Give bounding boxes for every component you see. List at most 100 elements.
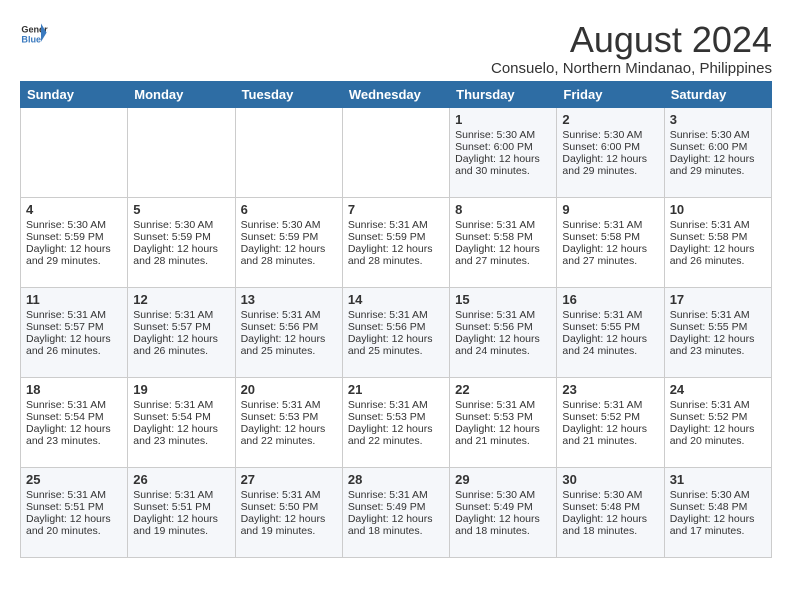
day-number: 10 [670, 202, 766, 217]
calendar-cell [235, 107, 342, 197]
sunset-text: Sunset: 5:51 PM [133, 501, 229, 513]
location: Consuelo, Northern Mindanao, Philippines [491, 60, 772, 77]
sunrise-text: Sunrise: 5:31 AM [455, 219, 551, 231]
daylight-text: Daylight: 12 hours and 22 minutes. [241, 423, 337, 447]
day-number: 16 [562, 292, 658, 307]
day-number: 7 [348, 202, 444, 217]
calendar-cell: 9Sunrise: 5:31 AMSunset: 5:58 PMDaylight… [557, 197, 664, 287]
daylight-text: Daylight: 12 hours and 22 minutes. [348, 423, 444, 447]
day-number: 3 [670, 112, 766, 127]
daylight-text: Daylight: 12 hours and 28 minutes. [133, 243, 229, 267]
calendar-cell: 5Sunrise: 5:30 AMSunset: 5:59 PMDaylight… [128, 197, 235, 287]
sunset-text: Sunset: 6:00 PM [455, 141, 551, 153]
sunset-text: Sunset: 5:54 PM [133, 411, 229, 423]
calendar-cell [342, 107, 449, 197]
sunrise-text: Sunrise: 5:31 AM [562, 399, 658, 411]
calendar-cell: 16Sunrise: 5:31 AMSunset: 5:55 PMDayligh… [557, 287, 664, 377]
daylight-text: Daylight: 12 hours and 20 minutes. [26, 513, 122, 537]
sunset-text: Sunset: 5:57 PM [133, 321, 229, 333]
sunrise-text: Sunrise: 5:31 AM [26, 309, 122, 321]
title-block: August 2024 Consuelo, Northern Mindanao,… [491, 20, 772, 77]
calendar-cell: 3Sunrise: 5:30 AMSunset: 6:00 PMDaylight… [664, 107, 771, 197]
daylight-text: Daylight: 12 hours and 18 minutes. [348, 513, 444, 537]
day-number: 8 [455, 202, 551, 217]
sunset-text: Sunset: 5:52 PM [562, 411, 658, 423]
calendar-cell: 22Sunrise: 5:31 AMSunset: 5:53 PMDayligh… [450, 377, 557, 467]
sunset-text: Sunset: 5:48 PM [670, 501, 766, 513]
day-number: 31 [670, 472, 766, 487]
sunrise-text: Sunrise: 5:31 AM [133, 399, 229, 411]
calendar-cell: 23Sunrise: 5:31 AMSunset: 5:52 PMDayligh… [557, 377, 664, 467]
sunrise-text: Sunrise: 5:31 AM [670, 219, 766, 231]
sunrise-text: Sunrise: 5:31 AM [241, 489, 337, 501]
sunrise-text: Sunrise: 5:30 AM [562, 129, 658, 141]
calendar-table: SundayMondayTuesdayWednesdayThursdayFrid… [20, 81, 772, 558]
daylight-text: Daylight: 12 hours and 25 minutes. [241, 333, 337, 357]
calendar-cell: 25Sunrise: 5:31 AMSunset: 5:51 PMDayligh… [21, 467, 128, 557]
sunset-text: Sunset: 5:53 PM [241, 411, 337, 423]
weekday-header-sunday: Sunday [21, 81, 128, 107]
daylight-text: Daylight: 12 hours and 24 minutes. [562, 333, 658, 357]
day-number: 21 [348, 382, 444, 397]
calendar-cell: 28Sunrise: 5:31 AMSunset: 5:49 PMDayligh… [342, 467, 449, 557]
calendar-cell: 19 Sunrise: 5:31 AMSunset: 5:54 PMDayligh… [128, 377, 235, 467]
week-row-3: 11Sunrise: 5:31 AMSunset: 5:57 PMDayligh… [21, 287, 772, 377]
sunset-text: Sunset: 5:59 PM [133, 231, 229, 243]
month-year: August 2024 [491, 20, 772, 60]
daylight-text: Daylight: 12 hours and 21 minutes. [562, 423, 658, 447]
day-number: 19 [133, 382, 229, 397]
calendar-cell: 27Sunrise: 5:31 AMSunset: 5:50 PMDayligh… [235, 467, 342, 557]
daylight-text: Daylight: 12 hours and 23 minutes. [670, 333, 766, 357]
sunset-text: Sunset: 5:49 PM [348, 501, 444, 513]
day-number: 27 [241, 472, 337, 487]
daylight-text: Daylight: 12 hours and 23 minutes. [133, 423, 229, 447]
sunrise-text: Sunrise: 5:31 AM [133, 309, 229, 321]
calendar-cell: 31Sunrise: 5:30 AMSunset: 5:48 PMDayligh… [664, 467, 771, 557]
sunrise-text: Sunrise: 5:31 AM [670, 399, 766, 411]
calendar-cell [21, 107, 128, 197]
sunrise-text: Sunrise: 5:31 AM [348, 309, 444, 321]
sunrise-text: Sunrise: 5:30 AM [455, 129, 551, 141]
day-number: 15 [455, 292, 551, 307]
daylight-text: Daylight: 12 hours and 19 minutes. [133, 513, 229, 537]
sunrise-text: Sunrise: 5:31 AM [562, 219, 658, 231]
sunrise-text: Sunrise: 5:30 AM [562, 489, 658, 501]
calendar-cell: 26Sunrise: 5:31 AMSunset: 5:51 PMDayligh… [128, 467, 235, 557]
sunrise-text: Sunrise: 5:31 AM [348, 399, 444, 411]
sunset-text: Sunset: 5:53 PM [348, 411, 444, 423]
daylight-text: Daylight: 12 hours and 26 minutes. [133, 333, 229, 357]
day-number: 9 [562, 202, 658, 217]
daylight-text: Daylight: 12 hours and 18 minutes. [562, 513, 658, 537]
calendar-cell: 12Sunrise: 5:31 AMSunset: 5:57 PMDayligh… [128, 287, 235, 377]
day-number: 14 [348, 292, 444, 307]
calendar-cell: 21 Sunrise: 5:31 AMSunset: 5:53 PMDayligh… [342, 377, 449, 467]
sunset-text: Sunset: 5:50 PM [241, 501, 337, 513]
daylight-text: Daylight: 12 hours and 26 minutes. [670, 243, 766, 267]
week-row-4: 18Sunrise: 5:31 AMSunset: 5:54 PMDayligh… [21, 377, 772, 467]
calendar-cell: 11Sunrise: 5:31 AMSunset: 5:57 PMDayligh… [21, 287, 128, 377]
sunrise-text: Sunrise: 5:31 AM [348, 489, 444, 501]
calendar-cell: 18Sunrise: 5:31 AMSunset: 5:54 PMDayligh… [21, 377, 128, 467]
sunset-text: Sunset: 5:59 PM [348, 231, 444, 243]
weekday-header-thursday: Thursday [450, 81, 557, 107]
day-number: 6 [241, 202, 337, 217]
day-number: 30 [562, 472, 658, 487]
calendar-cell: 30Sunrise: 5:30 AMSunset: 5:48 PMDayligh… [557, 467, 664, 557]
calendar-cell: 1Sunrise: 5:30 AMSunset: 6:00 PMDaylight… [450, 107, 557, 197]
daylight-text: Daylight: 12 hours and 17 minutes. [670, 513, 766, 537]
weekday-header-friday: Friday [557, 81, 664, 107]
sunset-text: Sunset: 5:57 PM [26, 321, 122, 333]
calendar-cell: 4Sunrise: 5:30 AMSunset: 5:59 PMDaylight… [21, 197, 128, 287]
week-row-2: 4Sunrise: 5:30 AMSunset: 5:59 PMDaylight… [21, 197, 772, 287]
daylight-text: Daylight: 12 hours and 29 minutes. [562, 153, 658, 177]
sunrise-text: Sunrise: 5:31 AM [241, 309, 337, 321]
day-number: 2 [562, 112, 658, 127]
day-number: 13 [241, 292, 337, 307]
logo-icon: General Blue [20, 20, 48, 48]
sunset-text: Sunset: 5:49 PM [455, 501, 551, 513]
sunrise-text: Sunrise: 5:31 AM [562, 309, 658, 321]
day-number: 1 [455, 112, 551, 127]
daylight-text: Daylight: 12 hours and 28 minutes. [348, 243, 444, 267]
sunrise-text: Sunrise: 5:31 AM [26, 489, 122, 501]
daylight-text: Daylight: 12 hours and 27 minutes. [562, 243, 658, 267]
